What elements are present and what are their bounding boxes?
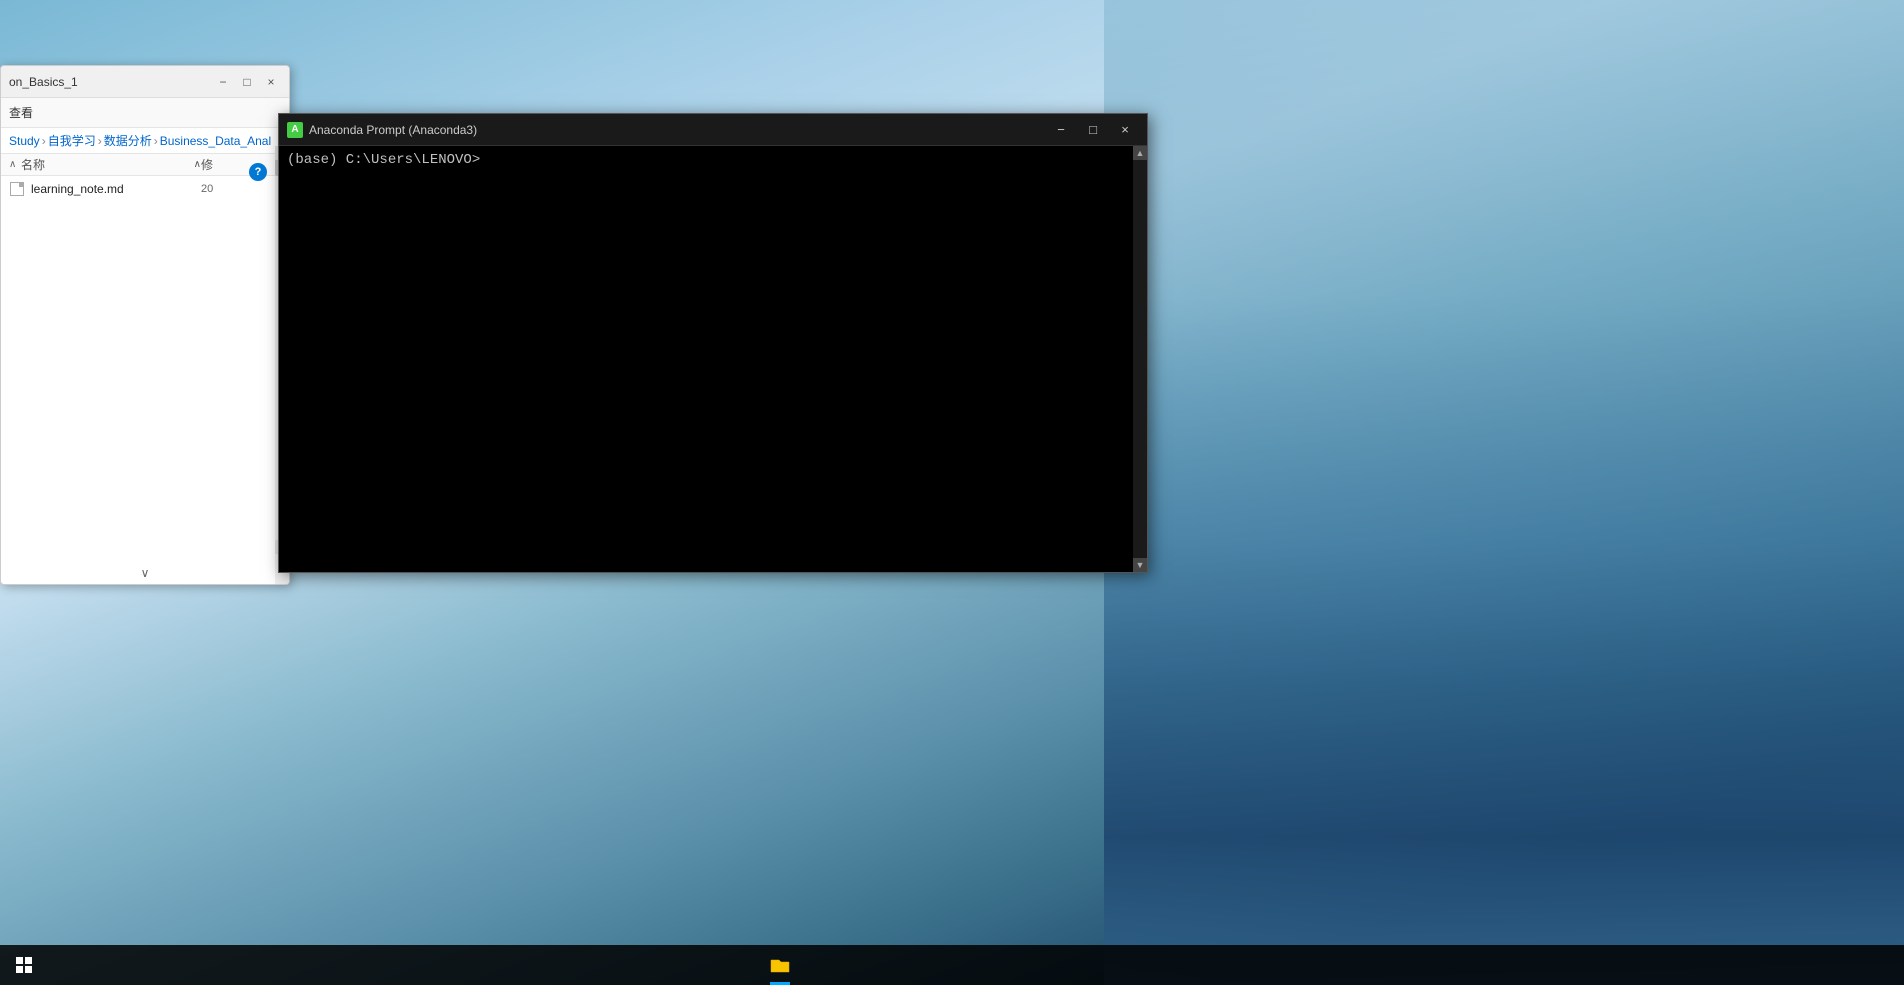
breadcrumb-sep-1: ›	[42, 134, 46, 148]
breadcrumb-data-analysis[interactable]: 数据分析	[104, 132, 152, 149]
breadcrumb-sep-3: ›	[154, 134, 158, 148]
column-date-header[interactable]: 修	[201, 156, 281, 173]
anaconda-titlebar: A Anaconda Prompt (Anaconda3) − □ ×	[279, 114, 1147, 146]
anaconda-close-button[interactable]: ×	[1111, 119, 1139, 141]
file-item[interactable]: learning_note.md 20	[1, 178, 289, 200]
file-date: 20	[201, 183, 281, 195]
close-button[interactable]: ×	[261, 72, 281, 92]
column-header: ∧ 名称 ∧ 修	[1, 154, 289, 176]
titlebar-buttons: − □ ×	[213, 72, 281, 92]
column-name-header[interactable]: 名称	[21, 156, 194, 173]
scrollbar-down[interactable]: ▼	[1133, 558, 1147, 572]
file-explorer-titlebar: on_Basics_1 − □ ×	[1, 66, 289, 98]
anaconda-title-text: Anaconda Prompt (Anaconda3)	[309, 123, 477, 137]
breadcrumb-sep-2: ›	[98, 134, 102, 148]
scrollbar-up[interactable]: ▲	[1133, 146, 1147, 160]
anaconda-maximize-button[interactable]: □	[1079, 119, 1107, 141]
column-expand-arrow: ∧	[9, 159, 21, 170]
toolbar-view[interactable]: 查看	[9, 104, 33, 121]
anaconda-terminal[interactable]: (base) C:\Users\LENOVO>	[279, 146, 1147, 572]
taskbar-file-explorer-icon[interactable]	[760, 945, 800, 985]
breadcrumb: Study › 自我学习 › 数据分析 › Business_Data_Anal	[1, 128, 289, 154]
breadcrumb-study[interactable]: Study	[9, 134, 40, 148]
anaconda-icon-label: A	[291, 124, 298, 135]
fe-bottom-arrow: ∨	[137, 562, 154, 584]
minimize-button[interactable]: −	[213, 72, 233, 92]
scrollbar-track[interactable]	[1133, 160, 1147, 558]
anaconda-titlebar-buttons: − □ ×	[1047, 119, 1139, 141]
terminal-prompt-line: (base) C:\Users\LENOVO>	[287, 152, 1139, 168]
file-list: learning_note.md 20	[1, 176, 289, 584]
taskbar	[0, 945, 1904, 985]
help-icon[interactable]: ?	[249, 163, 267, 181]
file-explorer-window: on_Basics_1 − □ × 查看 ? Study › 自我学习 › 数据…	[0, 65, 290, 585]
desktop-scenery	[1104, 0, 1904, 985]
maximize-button[interactable]: □	[237, 72, 257, 92]
anaconda-app-icon: A	[287, 122, 303, 138]
file-icon-md	[9, 181, 25, 197]
file-name: learning_note.md	[31, 182, 201, 196]
file-explorer-title: on_Basics_1	[9, 75, 78, 89]
anaconda-scrollbar: ▲ ▼	[1133, 146, 1147, 572]
anaconda-prompt-window: A Anaconda Prompt (Anaconda3) − □ × (bas…	[278, 113, 1148, 573]
breadcrumb-business[interactable]: Business_Data_Anal	[160, 134, 271, 148]
breadcrumb-self-study[interactable]: 自我学习	[48, 132, 96, 149]
file-explorer-toolbar: 查看 ?	[1, 98, 289, 128]
anaconda-minimize-button[interactable]: −	[1047, 119, 1075, 141]
sort-arrow[interactable]: ∧	[194, 159, 201, 170]
start-button[interactable]	[0, 945, 48, 985]
anaconda-title-left: A Anaconda Prompt (Anaconda3)	[287, 122, 477, 138]
